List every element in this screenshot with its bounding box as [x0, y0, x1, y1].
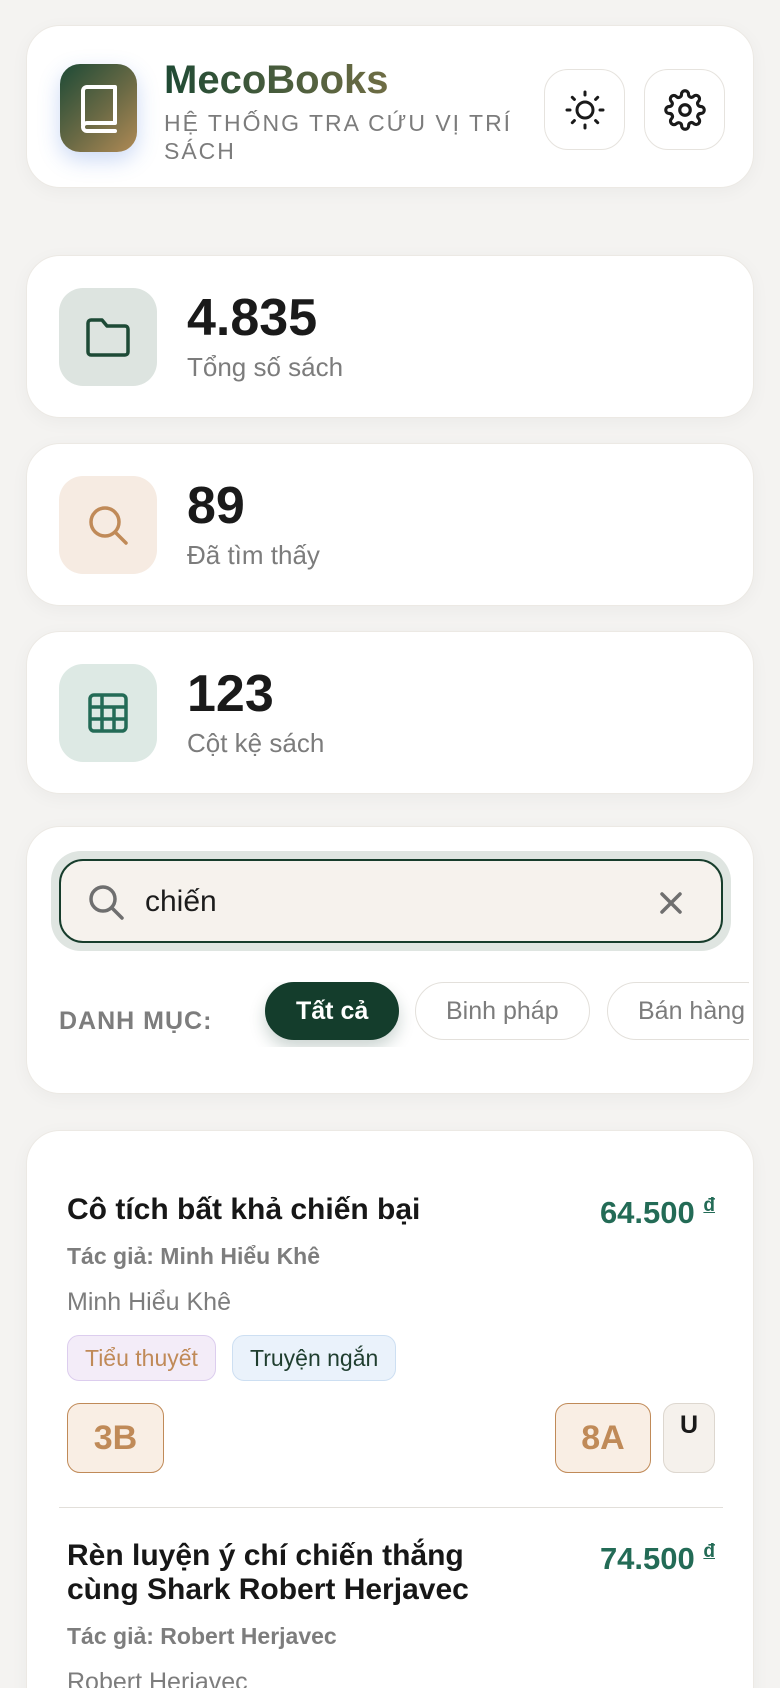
folder-icon: [86, 318, 130, 357]
sun-icon: [565, 90, 604, 129]
close-icon: [660, 892, 682, 914]
stat-value: 4.835: [187, 289, 318, 347]
tag-truyen-ngan[interactable]: Truyện ngắn: [232, 1335, 397, 1381]
category-chip-binh-phap[interactable]: Binh pháp: [415, 982, 590, 1040]
book-title: Rèn luyện ý chí chiến thắng cùng Shark R…: [67, 1539, 469, 1606]
results-list: Cô tích bất khả chiến bại 64.500 đ Tác g…: [26, 1130, 754, 1688]
search-box[interactable]: [59, 859, 723, 943]
book-icon: [80, 85, 117, 133]
result-item[interactable]: Cô tích bất khả chiến bại 64.500 đ Tác g…: [27, 1131, 755, 1509]
app-logo: [60, 64, 137, 152]
category-chips: Tất cả Binh pháp Bán hàng: [239, 982, 749, 1047]
book-author: Robert Herjavec: [67, 1668, 248, 1688]
book-author: Minh Hiểu Khê: [67, 1288, 231, 1316]
stat-icon-box: [59, 288, 157, 386]
stat-value: 89: [187, 477, 245, 535]
stat-shelf-columns: 123 Cột kệ sách: [26, 631, 754, 794]
category-chip-ban-hang[interactable]: Bán hàng: [607, 982, 749, 1040]
result-item[interactable]: Rèn luyện ý chí chiến thắng cùng Shark R…: [27, 1509, 755, 1688]
location-badge-column: 8A: [555, 1403, 651, 1473]
book-price: 74.500 đ: [599, 1541, 715, 1576]
stat-value: 123: [187, 665, 274, 723]
theme-toggle-button[interactable]: [544, 69, 625, 150]
search-focus-ring: [51, 851, 731, 951]
result-divider: [59, 1507, 723, 1508]
gear-icon: [663, 88, 706, 131]
clear-search-button[interactable]: [651, 883, 691, 923]
stat-label: Đã tìm thấy: [187, 540, 320, 570]
tag-tieu-thuyet[interactable]: Tiểu thuyết: [67, 1335, 216, 1381]
category-label: DANH MỤC:: [59, 1007, 213, 1035]
location-badge-row: U: [663, 1403, 715, 1473]
stat-label: Cột kệ sách: [187, 728, 325, 758]
grid-icon: [88, 693, 128, 733]
search-input[interactable]: [145, 875, 605, 929]
stat-label: Tổng số sách: [187, 352, 344, 382]
search-icon: [89, 506, 128, 545]
location-badge-shelf: 3B: [67, 1403, 164, 1473]
app-subtitle: HỆ THỐNG TRA CỨU VỊ TRÍ SÁCH: [164, 110, 513, 164]
search-panel: DANH MỤC: Tất cả Binh pháp Bán hàng: [26, 826, 754, 1094]
app-header: MecoBooks HỆ THỐNG TRA CỨU VỊ TRÍ SÁCH: [26, 25, 754, 188]
stat-total-books: 4.835 Tổng số sách: [26, 255, 754, 418]
category-chip-all[interactable]: Tất cả: [265, 982, 400, 1040]
stat-icon-box: [59, 476, 157, 574]
stat-icon-box: [59, 664, 157, 762]
tag-list: Tiểu thuyết Truyện ngắn: [67, 1335, 707, 1383]
search-icon: [89, 885, 124, 920]
book-author-line: Tác giả: Minh Hiểu Khê: [67, 1243, 321, 1269]
settings-button[interactable]: [644, 69, 725, 150]
book-price: 64.500 đ: [599, 1195, 715, 1230]
book-author-line: Tác giả: Robert Herjavec: [67, 1623, 337, 1649]
stat-found-books: 89 Đã tìm thấy: [26, 443, 754, 606]
app-title: MecoBooks: [164, 58, 389, 102]
book-title: Cô tích bất khả chiến bại: [67, 1193, 421, 1226]
